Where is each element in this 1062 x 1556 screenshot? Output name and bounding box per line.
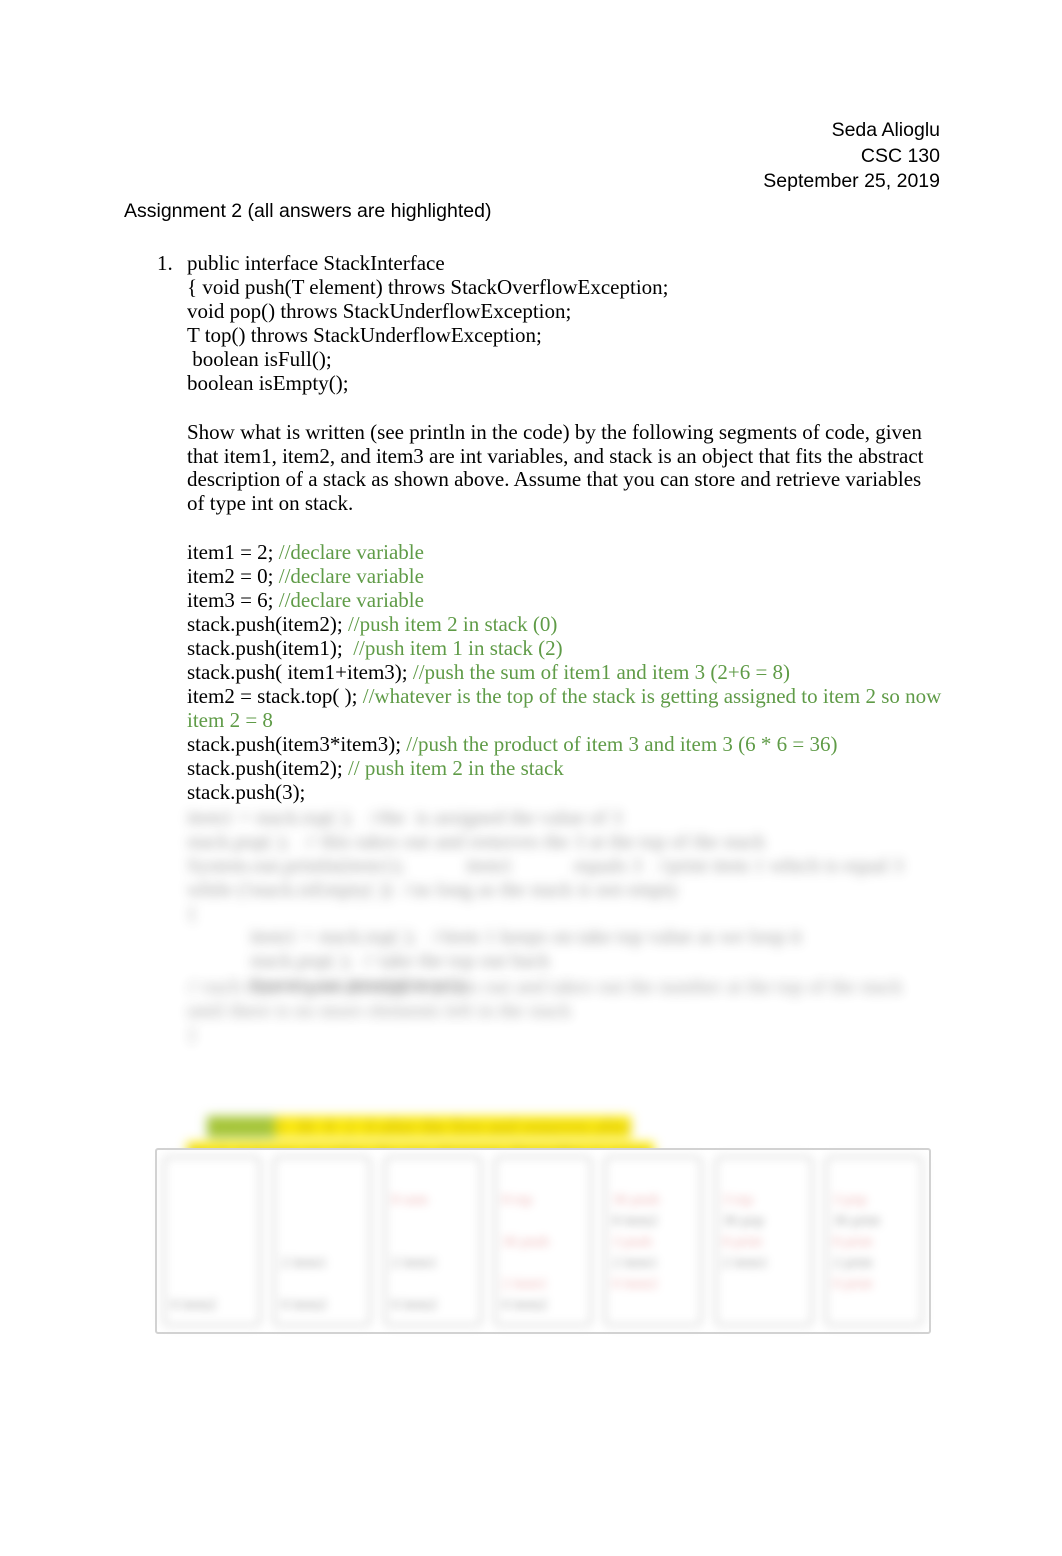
question-prompt-paragraph: Show what is written (see println in the… [187, 420, 929, 515]
stack-cell [281, 1274, 363, 1295]
stack-cell: 2 print [832, 1255, 873, 1271]
stack-cell: 0 item2 [612, 1276, 658, 1292]
header-author: Seda Alioglu [831, 119, 940, 141]
code-text: stack.push( item1+item3); [187, 660, 413, 684]
stack-cell: 36 print [832, 1213, 881, 1229]
redacted-code-block-3: // each time it goes through it prints o… [187, 976, 903, 1046]
redacted-code-block-1: item1 = stack.top( ); //the is assigned … [187, 807, 904, 925]
stack-cell: 8 print [832, 1234, 873, 1250]
stack-cell: 36 pop [722, 1213, 764, 1229]
code-comment: //declare variable [278, 564, 424, 588]
code-comment: //push the product of item 3 and item 3 … [406, 732, 838, 756]
code-text: item1 = 2; [187, 540, 279, 564]
stack-cell: 0 item2 [391, 1297, 438, 1313]
stack-cell [392, 1232, 474, 1253]
code-text: stack.push(item3*item3); [187, 732, 407, 756]
code-line: stack.push( item1+item3); //push the sum… [187, 660, 947, 684]
stack-cell [281, 1211, 363, 1232]
stack-cell: 8 sum [391, 1192, 428, 1208]
code-line: stack.push(item1); //push item 1 in stac… [187, 636, 947, 660]
stack-cell [171, 1253, 253, 1274]
stack-cell [612, 1295, 694, 1316]
stack-cell: 3 push [612, 1234, 652, 1250]
stack-column: 3 pop 36 print 8 print 2 print 0 print [824, 1156, 923, 1326]
answer-line-1: 3 36 8 2 0 after the first and removes a… [274, 1116, 632, 1138]
stack-cell: 8 item2 [612, 1213, 658, 1229]
code-line: stack.push(3); [187, 780, 947, 804]
stack-cell: 36 push [612, 1192, 660, 1208]
stack-cell [171, 1274, 253, 1295]
code-segment-block: item1 = 2; //declare variable item2 = 0; … [187, 540, 947, 804]
code-text: stack.push(item2); [187, 756, 348, 780]
stack-cell [171, 1232, 253, 1253]
stack-cell [723, 1295, 805, 1316]
stack-cell: 2 item1 [612, 1255, 658, 1271]
stack-state-diagram: 0 item2 2 item1 0 item2 8 sum 2 item1 0 i… [155, 1148, 931, 1334]
list-marker-1: 1. [157, 251, 173, 275]
stack-cell: 8 top [501, 1192, 533, 1208]
stack-column: 8 sum 2 item1 0 item2 [383, 1156, 482, 1326]
stack-cell: 2 item1 [722, 1255, 769, 1271]
stack-column: 3 top 36 pop 8 print 2 item1 [714, 1156, 813, 1326]
stack-column: 36 push 8 item2 3 push 2 item1 0 item2 [604, 1156, 703, 1326]
stack-cell: 3 pop [832, 1192, 867, 1208]
stack-cell: 0 item2 [501, 1297, 548, 1313]
stack-cell [281, 1232, 363, 1253]
document-page: Seda Alioglu CSC 130 September 25, 2019 … [0, 0, 1062, 1556]
answer-label: Answer: [207, 1116, 275, 1138]
code-comment: //push the sum of item1 and item 3 (2+6 … [412, 660, 791, 684]
code-text: stack.push(3); [187, 780, 306, 804]
stack-cell [502, 1253, 584, 1274]
stack-cell: 2 item1 [391, 1255, 438, 1271]
stack-cell: 2 item1 [501, 1276, 548, 1292]
code-line: item2 = 0; //declare variable [187, 564, 947, 588]
stack-cell [502, 1211, 584, 1232]
header-date: September 25, 2019 [763, 170, 940, 192]
document-header: Seda Alioglu CSC 130 September 25, 2019 [763, 118, 940, 195]
stack-cell [392, 1211, 474, 1232]
code-line: item1 = 2; //declare variable [187, 540, 947, 564]
stack-cell [723, 1274, 805, 1295]
code-comment: //push item 1 in stack (2) [353, 636, 563, 660]
stack-interface-code: public interface StackInterface { void p… [187, 251, 669, 395]
code-line: stack.push(item2); //push item 2 in stac… [187, 612, 947, 636]
stack-column: 8 top 36 push 2 item1 0 item2 [493, 1156, 592, 1326]
code-comment: // push item 2 in the stack [347, 756, 564, 780]
code-text: stack.push(item1); [187, 636, 354, 660]
stack-cell [833, 1295, 915, 1316]
code-text: item2 = stack.top( ); [187, 684, 363, 708]
stack-cell: 3 top [722, 1192, 754, 1208]
stack-cell: 0 item2 [171, 1297, 217, 1313]
code-text: item3 = 6; [187, 588, 279, 612]
stack-cell [171, 1211, 253, 1232]
code-comment: //declare variable [278, 540, 424, 564]
code-comment: //push item 2 in stack (0) [347, 612, 558, 636]
code-line: stack.push(item3*item3); //push the prod… [187, 732, 947, 756]
stack-cell: 0 item2 [281, 1297, 327, 1313]
stack-cell: 8 print [722, 1234, 763, 1250]
stack-cell: 2 item1 [281, 1255, 327, 1271]
stack-cell [392, 1274, 474, 1295]
code-line: item3 = 6; //declare variable [187, 588, 947, 612]
code-line: item2 = stack.top( ); //whatever is the … [187, 684, 947, 732]
code-text: item2 = 0; [187, 564, 279, 588]
code-line: stack.push(item2); // push item 2 in the… [187, 756, 947, 780]
stack-cell: 0 print [832, 1276, 873, 1292]
stack-cell: 36 push [501, 1234, 550, 1250]
stack-column: 0 item2 [163, 1156, 261, 1326]
assignment-title: Assignment 2 (all answers are highlighte… [124, 200, 492, 222]
code-text: stack.push(item2); [187, 612, 348, 636]
stack-cell [281, 1190, 363, 1211]
header-course: CSC 130 [860, 144, 940, 167]
stack-column: 2 item1 0 item2 [273, 1156, 372, 1326]
stack-cell [171, 1190, 253, 1211]
code-comment: //declare variable [278, 588, 424, 612]
